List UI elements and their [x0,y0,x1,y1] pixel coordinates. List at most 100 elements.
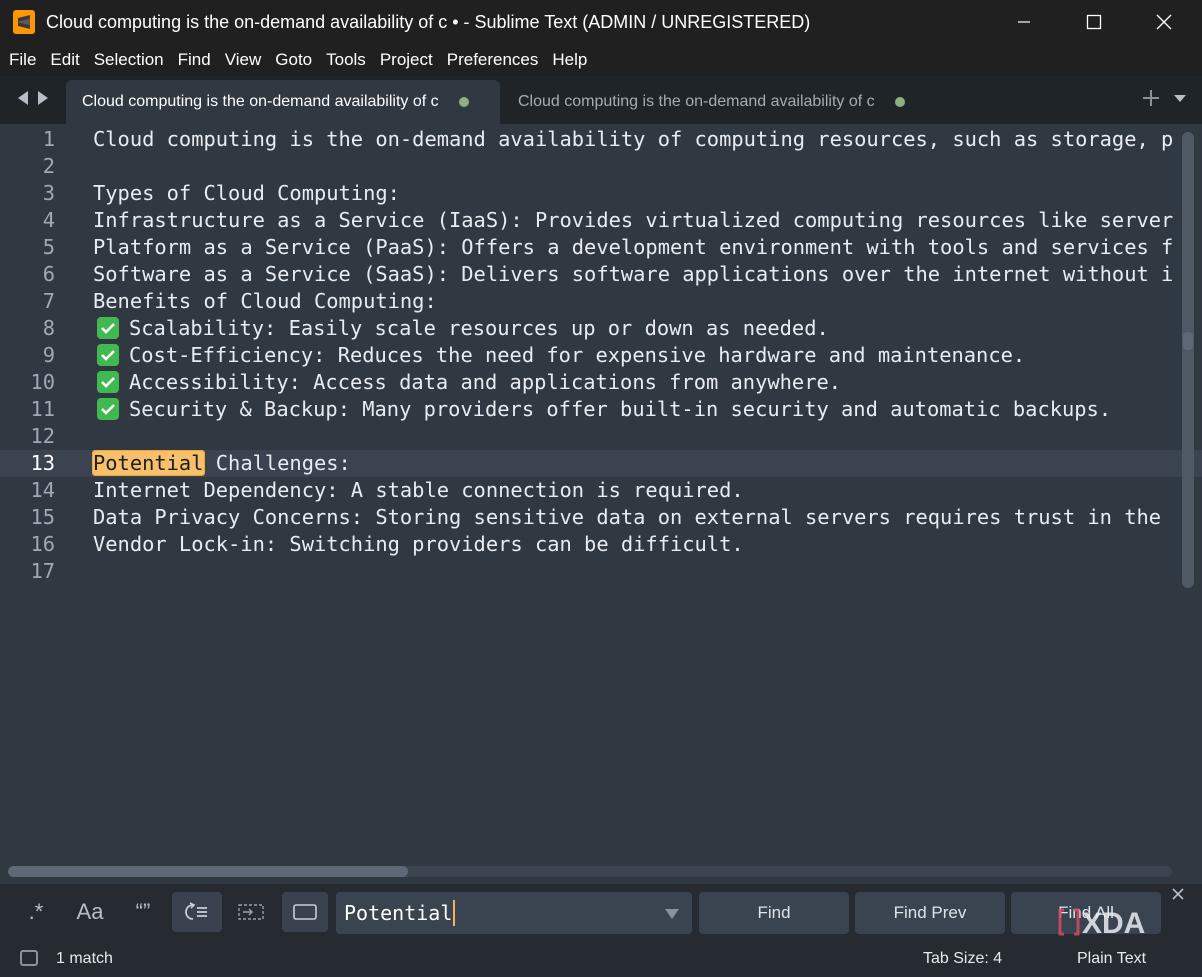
syntax-setting[interactable]: Plain Text [1077,950,1146,968]
line-number: 14 [30,478,55,502]
line-text: Software as a Service (SaaS): Delivers s… [93,261,1173,288]
vertical-scrollbar-thumb[interactable] [1183,332,1193,350]
whole-word-label: “” [135,899,151,924]
code-line[interactable]: 11 Security & Backup: Many providers offe… [0,396,1202,423]
line-content: Security & Backup: Many providers offer … [129,397,1112,421]
code-line[interactable]: 10 Accessibility: Access data and applica… [0,369,1202,396]
code-line[interactable]: 6 Software as a Service (SaaS): Delivers … [0,261,1202,288]
code-line[interactable]: 2 [0,153,1202,180]
tab-document-inactive[interactable]: Cloud computing is the on-demand availab… [502,80,932,124]
code-line[interactable]: 12 [0,423,1202,450]
minimize-icon [1018,21,1030,23]
code-line[interactable]: 9 Cost-Efficiency: Reduces the need for e… [0,342,1202,369]
check-mark-emoji-icon [97,371,119,393]
wrap-icon [185,902,207,920]
menu-view[interactable]: View [218,44,269,76]
close-find-panel-icon[interactable] [1172,888,1184,900]
line-number: 6 [42,262,55,286]
line-content: Data Privacy Concerns: Storing sensitive… [93,505,1162,529]
regex-toggle[interactable]: .* [14,892,58,932]
tab-bar: Cloud computing is the on-demand availab… [0,76,1202,124]
code-line[interactable]: 3 Types of Cloud Computing: [0,180,1202,207]
search-match-highlight: Potential [92,450,205,476]
maximize-button[interactable] [1066,0,1122,44]
code-line[interactable]: 7 Benefits of Cloud Computing: [0,288,1202,315]
menu-edit[interactable]: Edit [43,44,86,76]
new-tab-plus-icon[interactable] [1142,89,1160,107]
code-line[interactable]: 16 Vendor Lock-in: Switching providers ca… [0,531,1202,558]
menu-project[interactable]: Project [373,44,440,76]
line-text: Internet Dependency: A stable connection… [93,477,744,504]
code-line[interactable]: 4 Infrastructure as a Service (IaaS): Pro… [0,207,1202,234]
code-line[interactable]: 5 Platform as a Service (PaaS): Offers a … [0,234,1202,261]
check-mark-emoji-icon [97,344,119,366]
line-number: 3 [42,181,55,205]
tab-list-chevron-icon[interactable] [1172,90,1188,106]
line-content: Types of Cloud Computing: [93,181,400,205]
menu-help[interactable]: Help [545,44,594,76]
line-text: Platform as a Service (PaaS): Offers a d… [93,234,1173,261]
code-line[interactable]: 13 Potential Challenges: [0,450,1202,477]
line-number: 5 [42,235,55,259]
find-history-dropdown-icon[interactable] [664,908,680,920]
menu-selection[interactable]: Selection [87,44,171,76]
find-prev-button-label: Find Prev [893,903,967,922]
tab-navigation [16,90,50,106]
find-input[interactable]: Potential [336,892,692,934]
title-bar: Cloud computing is the on-demand availab… [0,0,1202,44]
menu-goto[interactable]: Goto [268,44,319,76]
line-number: 11 [30,397,55,421]
line-number: 17 [30,559,55,583]
line-number: 4 [42,208,55,232]
close-window-button[interactable] [1136,0,1192,44]
code-line[interactable]: 15 Data Privacy Concerns: Storing sensiti… [0,504,1202,531]
side-panel-toggle-icon[interactable] [20,950,38,966]
status-bar: 1 match Tab Size: 4 Plain Text [0,940,1202,977]
xda-watermark-logo: XDA [1058,907,1145,940]
case-label: Aa [76,899,104,924]
line-content: Benefits of Cloud Computing: [93,289,437,313]
tab-size-setting[interactable]: Tab Size: 4 [923,950,1002,968]
line-content: Infrastructure as a Service (IaaS): Prov… [93,208,1174,232]
line-number: 10 [30,370,55,394]
code-line[interactable]: 14 Internet Dependency: A stable connecti… [0,477,1202,504]
line-text: Security & Backup: Many providers offer … [93,396,1111,423]
check-mark-emoji-icon [97,317,119,339]
line-text: Scalability: Easily scale resources up o… [93,315,829,342]
line-content: Challenges: [203,451,351,475]
line-content: Accessibility: Access data and applicati… [129,370,842,394]
line-text: Infrastructure as a Service (IaaS): Prov… [93,207,1173,234]
code-line[interactable]: 17 [0,558,1202,585]
line-number: 12 [30,424,55,448]
case-sensitive-toggle[interactable]: Aa [66,892,114,932]
menu-tools[interactable]: Tools [319,44,373,76]
editor-area[interactable]: 1 Cloud computing is the on-demand availa… [0,124,1202,864]
wrap-toggle[interactable] [172,892,222,932]
code-line[interactable]: 1 Cloud computing is the on-demand availa… [0,126,1202,153]
find-button[interactable]: Find [699,892,849,934]
horizontal-scrollbar-thumb[interactable] [8,866,408,877]
whole-word-toggle[interactable]: “” [120,892,166,932]
check-mark-emoji-icon [97,398,119,420]
line-text: Cloud computing is the on-demand availab… [93,126,1173,153]
back-arrow-icon[interactable] [16,90,30,106]
menu-preferences[interactable]: Preferences [440,44,546,76]
find-prev-button[interactable]: Find Prev [855,892,1005,934]
vertical-scrollbar[interactable] [1182,132,1194,588]
minimize-button[interactable] [996,0,1052,44]
code-line[interactable]: 8 Scalability: Easily scale resources up … [0,315,1202,342]
in-selection-toggle[interactable] [228,892,274,932]
menu-file[interactable]: File [0,44,43,76]
code-lines: 1 Cloud computing is the on-demand availa… [0,126,1202,585]
highlight-matches-toggle[interactable] [282,892,328,932]
line-number: 15 [30,505,55,529]
forward-arrow-icon[interactable] [36,90,50,106]
regex-label: .* [28,899,44,924]
unsaved-dot-icon [894,97,905,107]
line-content: Software as a Service (SaaS): Delivers s… [93,262,1174,286]
line-content: Platform as a Service (PaaS): Offers a d… [93,235,1174,259]
in-selection-icon [238,904,264,920]
tab-document-active[interactable]: Cloud computing is the on-demand availab… [66,80,500,124]
menu-find[interactable]: Find [171,44,218,76]
maximize-icon [1086,14,1102,30]
